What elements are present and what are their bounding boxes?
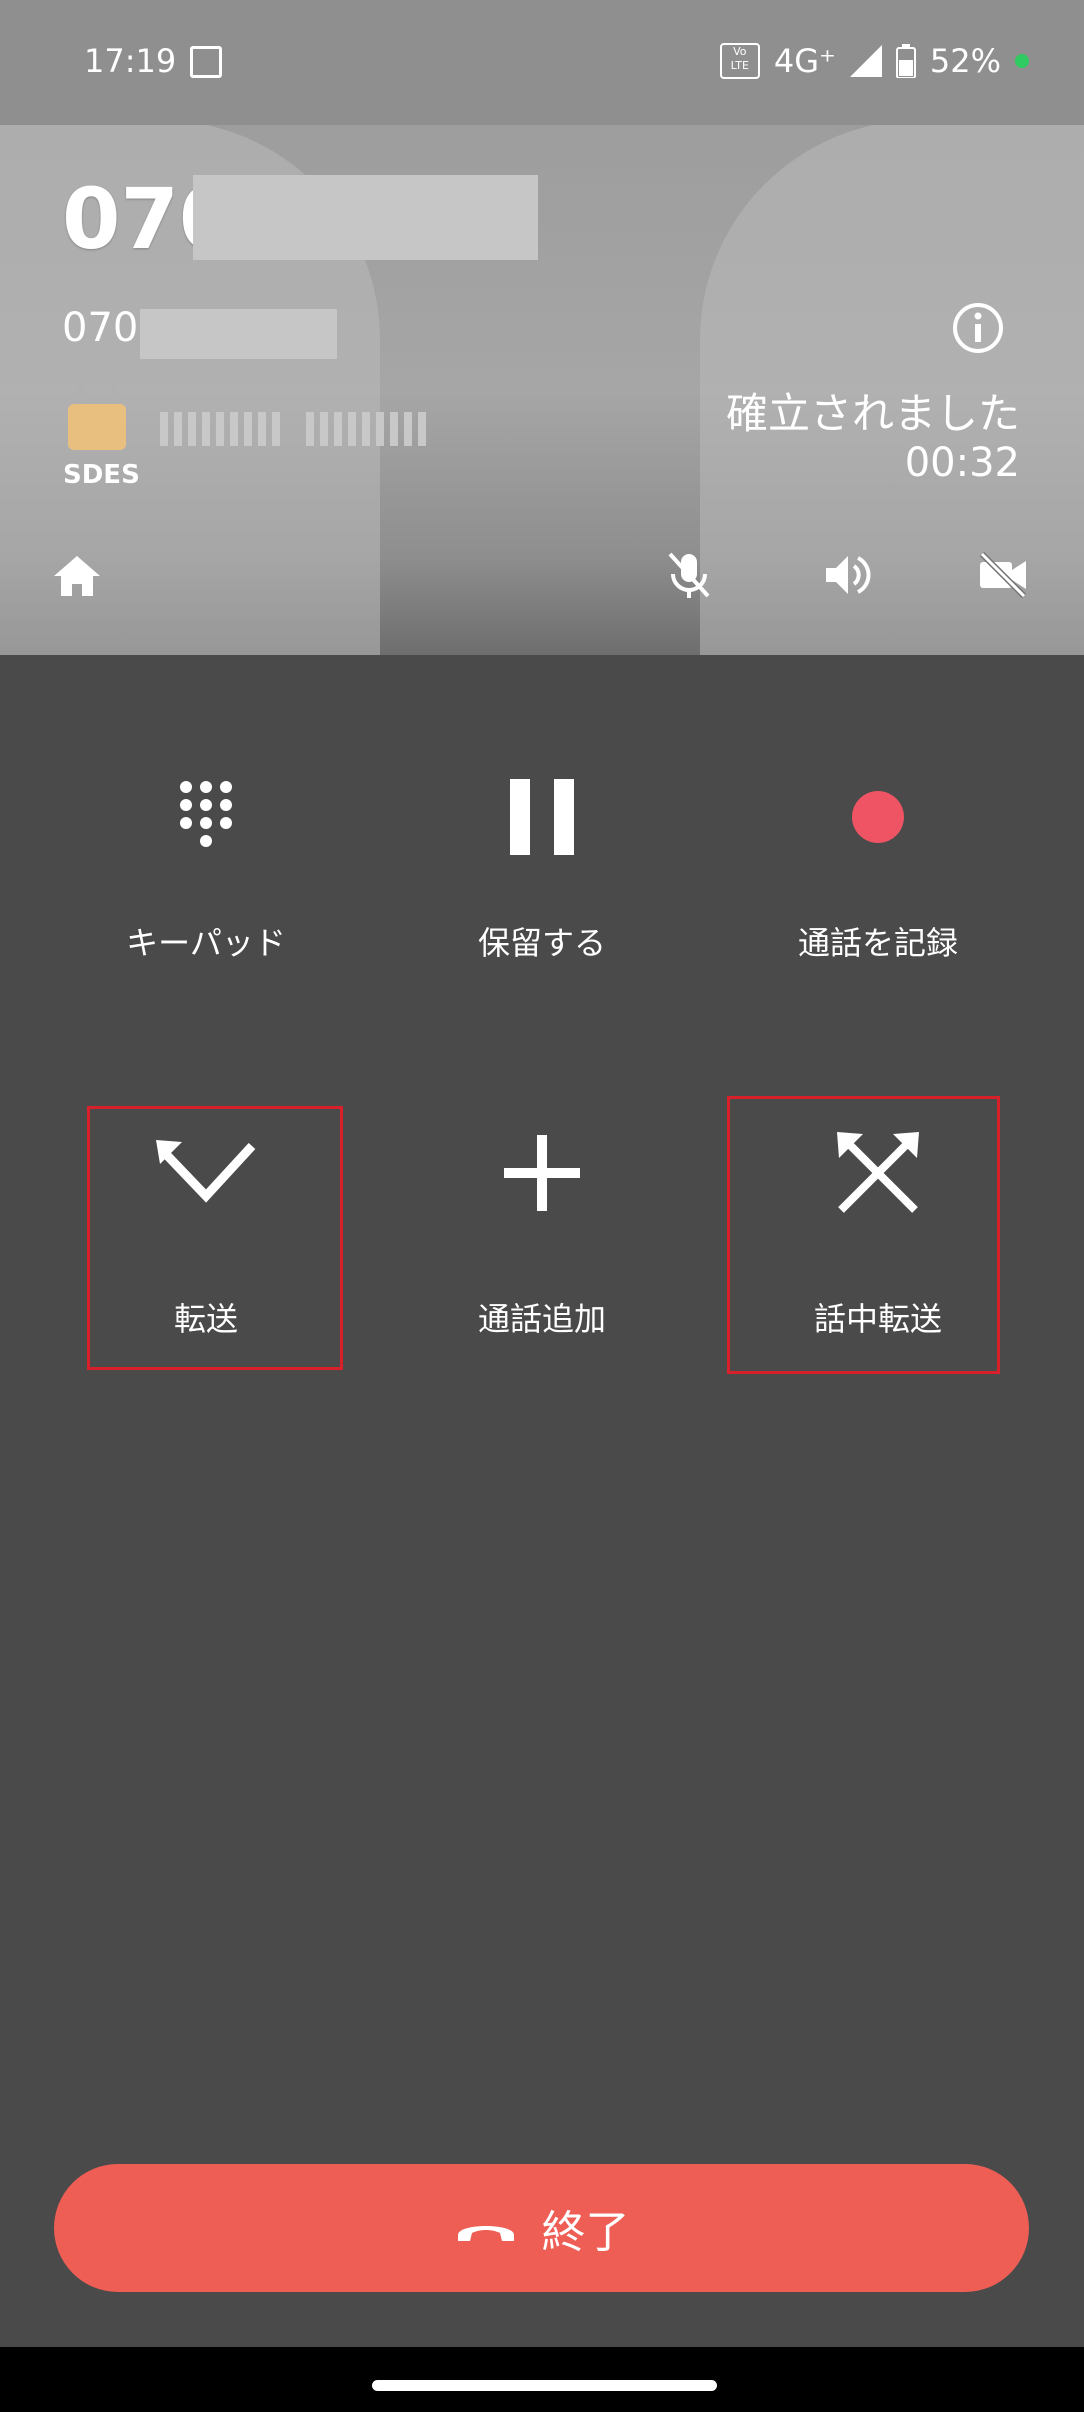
transfer-label: 転送 [173,1300,238,1338]
hang-up-icon [457,2226,514,2241]
volte-icon: Vo LTE [719,43,760,79]
call-duration: 00:32 [904,440,1020,486]
status-bar: 17:19 Vo LTE 4G⁺ 52% [0,0,1084,125]
add-icon [504,1135,580,1211]
volume-icon[interactable] [820,548,874,602]
caller-sub-number: 070 [62,305,139,351]
status-right: Vo LTE 4G⁺ 52% [719,42,1029,80]
screenshot-icon [190,46,222,78]
network-type: 4G⁺ [773,42,836,80]
transfer-icon [156,1140,256,1203]
attended-transfer-button[interactable]: 話中転送 [713,1108,1043,1340]
video-off-icon[interactable] [976,548,1030,602]
keypad-label: キーパッド [126,924,286,962]
gesture-handle[interactable] [372,2380,717,2391]
record-label: 通話を記録 [797,924,958,962]
add-call-label: 通話追加 [477,1300,606,1338]
status-time: 17:19 [84,42,177,80]
call-header: 17:19 Vo LTE 4G⁺ 52% 070 070 SDES 確立されました… [0,0,1084,655]
hold-label: 保留する [477,924,606,962]
dialpad-icon [180,781,232,847]
transfer-button[interactable]: 転送 [41,1108,371,1340]
signal-icon [849,45,882,77]
signal-quality-bars-2 [306,412,426,446]
mic-off-icon[interactable] [662,548,716,602]
security-label: SDES [63,460,140,490]
end-call-button[interactable]: 終了 [54,2164,1029,2292]
signal-quality-bars [160,412,280,446]
record-button[interactable]: 通話を記録 [713,752,1043,964]
add-call-button[interactable]: 通話追加 [377,1108,707,1340]
end-call-label: 終了 [541,2207,630,2258]
record-icon [852,791,904,843]
keypad-button[interactable]: キーパッド [41,752,371,964]
hold-button[interactable]: 保留する [377,752,707,964]
battery-percent: 52% [929,42,1001,80]
pause-icon [510,779,574,855]
redacted-number [193,175,538,260]
info-icon[interactable] [952,302,1004,354]
redacted-sub-number [140,309,337,359]
lock-icon [68,372,126,450]
attended-transfer-icon [837,1132,919,1213]
home-icon[interactable] [50,548,104,602]
battery-icon [895,44,916,78]
call-status: 確立されました [725,389,1020,438]
privacy-dot [1015,54,1029,68]
attended-transfer-label: 話中転送 [813,1300,942,1338]
